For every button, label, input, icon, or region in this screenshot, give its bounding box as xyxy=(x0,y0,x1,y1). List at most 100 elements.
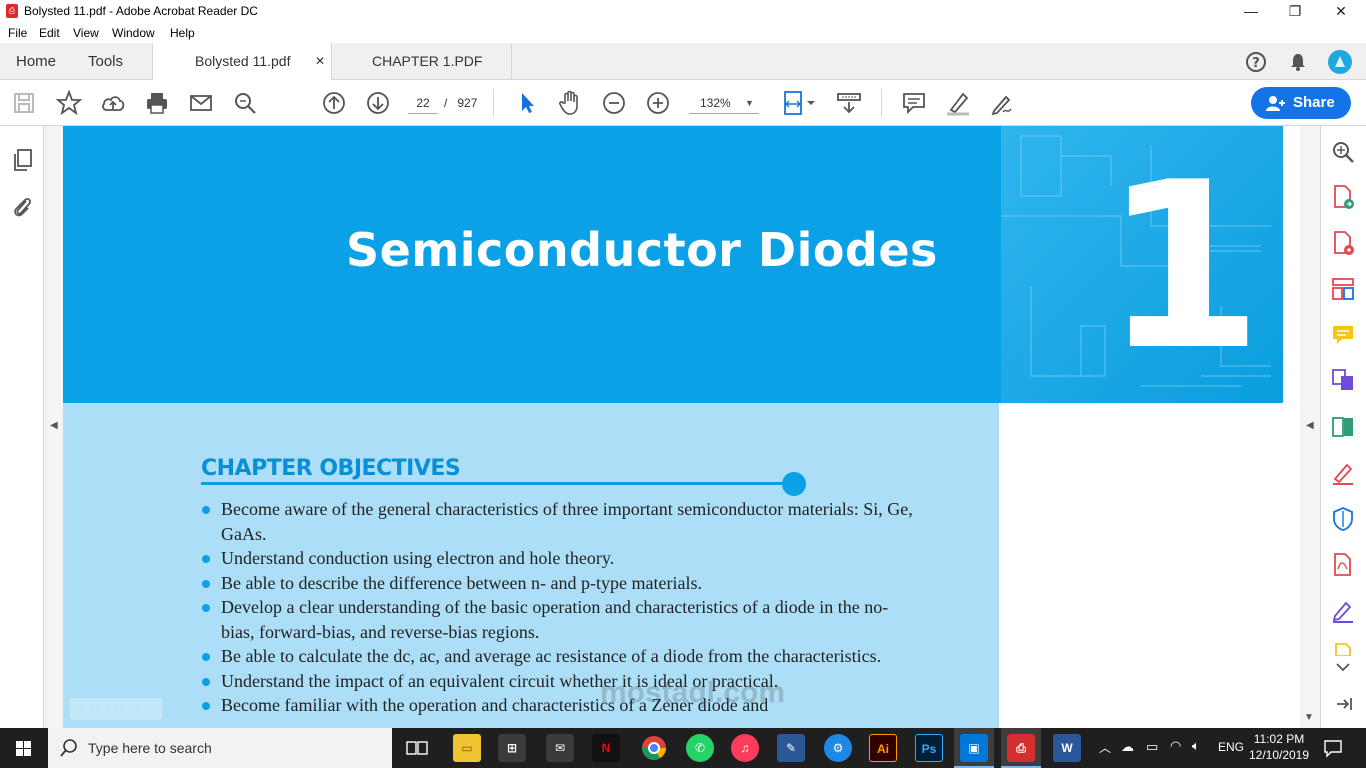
print-icon[interactable] xyxy=(144,90,170,116)
tab-tools[interactable]: Tools xyxy=(88,43,123,80)
photoshop-icon[interactable]: Ps xyxy=(915,734,943,762)
page-separator: / xyxy=(444,96,448,110)
chevron-down-icon: ▼ xyxy=(745,98,754,108)
photos-icon[interactable]: ▣ xyxy=(960,734,988,762)
create-pdf-icon[interactable] xyxy=(1330,230,1356,256)
fit-page-icon[interactable] xyxy=(782,89,818,117)
tab-home[interactable]: Home xyxy=(16,43,56,80)
compare-files-icon[interactable] xyxy=(1330,414,1356,440)
highlight-pen-icon[interactable] xyxy=(945,90,971,116)
task-view-icon[interactable] xyxy=(406,740,428,756)
search-zoom-icon[interactable] xyxy=(232,90,258,116)
comment-tool-icon[interactable] xyxy=(1330,322,1356,348)
sign-pen-icon[interactable] xyxy=(989,90,1015,116)
zoom-search-icon[interactable] xyxy=(1330,139,1356,165)
maximize-button[interactable]: ❐ xyxy=(1272,0,1318,23)
minimize-button[interactable]: — xyxy=(1228,0,1274,23)
organize-pages-icon[interactable] xyxy=(1330,276,1356,302)
pdf-document-icon[interactable] xyxy=(1330,552,1356,578)
netflix-icon[interactable]: N xyxy=(592,734,620,762)
wifi-icon[interactable]: ◠ xyxy=(1170,738,1181,754)
send-for-signature-icon[interactable] xyxy=(1330,598,1356,624)
share-button[interactable]: Share xyxy=(1251,87,1351,119)
chrome-icon[interactable] xyxy=(640,734,668,762)
zoom-level-dropdown[interactable]: 132% ▼ xyxy=(689,92,759,114)
action-center-icon[interactable] xyxy=(1323,738,1343,758)
account-avatar-icon[interactable] xyxy=(1327,49,1353,75)
system-clock[interactable]: 11:02 PM 12/10/2019 xyxy=(1244,731,1314,763)
menu-window[interactable]: Window xyxy=(112,26,155,40)
more-tools-icon[interactable] xyxy=(1330,642,1356,656)
chevron-up-icon[interactable]: ︿ xyxy=(1099,739,1111,756)
itunes-icon[interactable]: ♫ xyxy=(731,734,759,762)
menu-help[interactable]: Help xyxy=(170,26,195,40)
page-number-input[interactable]: 22 xyxy=(408,92,438,114)
tab-bar: Home Tools Bolysted 11.pdf ✕ CHAPTER 1.P… xyxy=(0,43,1366,81)
taskbar-search-box[interactable]: Type here to search xyxy=(48,728,392,768)
file-explorer-icon[interactable]: ▭ xyxy=(453,734,481,762)
combine-files-icon[interactable] xyxy=(1330,367,1356,393)
collapse-right-arrow-icon[interactable]: ◀ xyxy=(1306,420,1314,431)
settings-gear-icon[interactable]: ⚙ xyxy=(824,734,852,762)
list-item: Understand conduction using electron and… xyxy=(201,546,921,571)
scroll-mode-icon[interactable] xyxy=(835,90,863,116)
protect-shield-icon[interactable] xyxy=(1330,506,1356,532)
whatsapp-icon[interactable]: ✆ xyxy=(686,734,714,762)
select-cursor-icon[interactable] xyxy=(514,90,540,116)
menu-file[interactable]: File xyxy=(8,26,27,40)
chapter-title: Semiconductor Diodes xyxy=(346,223,938,277)
close-window-button[interactable]: ✕ xyxy=(1318,0,1364,23)
acrobat-reader-icon[interactable]: ⎙ xyxy=(1007,734,1035,762)
objectives-heading: CHAPTER OBJECTIVES xyxy=(201,456,461,481)
bookmark-star-icon[interactable] xyxy=(56,90,82,116)
tab-document-chapter1[interactable]: CHAPTER 1.PDF xyxy=(332,43,512,80)
tab-document-active[interactable]: Bolysted 11.pdf ✕ xyxy=(152,43,332,81)
clock-date: 12/10/2019 xyxy=(1248,748,1310,762)
collapse-pane-icon[interactable] xyxy=(1334,694,1354,714)
objectives-underline xyxy=(201,482,791,485)
attachments-paperclip-icon[interactable] xyxy=(11,194,33,218)
next-page-icon[interactable] xyxy=(365,90,391,116)
toolbar: 22 / 927 132% ▼ xyxy=(0,80,1366,126)
page-thumbnails-icon[interactable] xyxy=(12,148,34,172)
document-page[interactable]: 1 Semiconductor Diodes CHAPTER OBJECTIVE… xyxy=(63,126,1283,728)
export-pdf-icon[interactable] xyxy=(1330,184,1356,210)
windows-taskbar: Type here to search ▭ ⊞ ✉ N ✆ ♫ ✎ ⚙ Ai P… xyxy=(0,728,1366,768)
comment-icon[interactable] xyxy=(901,90,927,116)
windows-start-icon[interactable] xyxy=(0,728,48,768)
battery-icon[interactable]: ▭ xyxy=(1146,739,1158,755)
illustrator-icon[interactable]: Ai xyxy=(869,734,897,762)
title-bar: ⎙ Bolysted 11.pdf - Adobe Acrobat Reader… xyxy=(0,0,1366,23)
collapse-left-arrow-icon[interactable]: ◀ xyxy=(50,420,58,431)
watermark: mostaql.com xyxy=(600,676,786,709)
previous-page-icon[interactable] xyxy=(321,90,347,116)
email-icon[interactable] xyxy=(188,90,214,116)
zoom-in-icon[interactable] xyxy=(645,90,671,116)
hand-tool-icon[interactable] xyxy=(557,89,583,117)
mail-icon[interactable]: ✉ xyxy=(546,734,574,762)
zoom-level-value: 132% xyxy=(700,96,731,110)
help-icon[interactable]: ? xyxy=(1245,51,1267,73)
microsoft-store-icon[interactable]: ⊞ xyxy=(498,734,526,762)
list-item: Be able to calculate the dc, ac, and ave… xyxy=(201,644,921,669)
toolbar-divider xyxy=(881,89,882,117)
notification-bell-icon[interactable] xyxy=(1288,52,1308,72)
onedrive-cloud-icon[interactable]: ☁ xyxy=(1121,739,1134,755)
objectives-list: Become aware of the general characterist… xyxy=(201,497,921,718)
page-dimensions-tooltip: 8.38 x 10.75 in xyxy=(70,698,162,720)
paint-icon[interactable]: ✎ xyxy=(777,734,805,762)
chevron-down-icon[interactable] xyxy=(1336,662,1350,672)
zoom-out-icon[interactable] xyxy=(601,90,627,116)
menu-edit[interactable]: Edit xyxy=(39,26,60,40)
menu-view[interactable]: View xyxy=(73,26,99,40)
tab-close-icon[interactable]: ✕ xyxy=(315,43,325,80)
language-indicator[interactable]: ENG xyxy=(1218,740,1244,754)
list-item: Understand the impact of an equivalent c… xyxy=(201,669,921,694)
volume-icon[interactable]: 🔈︎ xyxy=(1192,738,1200,754)
word-icon[interactable]: W xyxy=(1053,734,1081,762)
tab-document-label: Bolysted 11.pdf xyxy=(195,53,291,69)
scroll-down-arrow-icon[interactable]: ▼ xyxy=(1304,712,1314,723)
fill-sign-icon[interactable] xyxy=(1330,460,1356,486)
save-icon[interactable] xyxy=(12,91,36,115)
upload-cloud-icon[interactable] xyxy=(100,90,126,116)
